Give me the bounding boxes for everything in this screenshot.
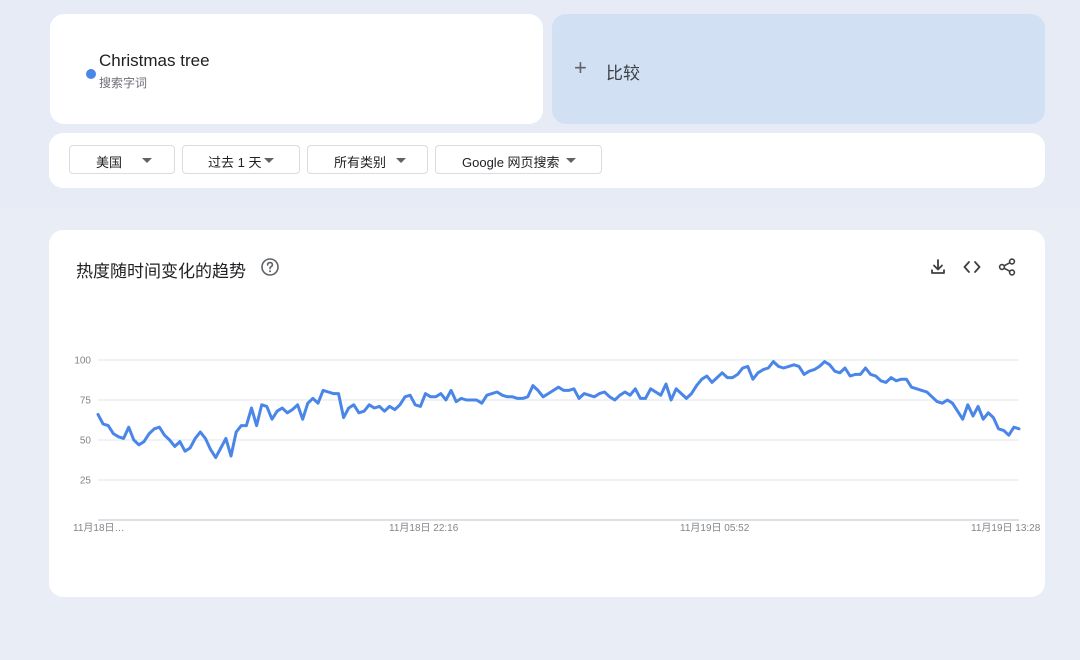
chevron-down-icon: [566, 158, 576, 163]
x-tick-label: 11月18日…: [73, 522, 125, 534]
category-filter-dropdown[interactable]: 所有类别: [307, 145, 428, 174]
trend-line-chart: 25 50 75 100 11月18日… 11月18日 22:16 11月19日 05:52…: [73, 356, 1041, 535]
compare-label: 比较: [606, 64, 640, 83]
category-filter-label: 所有类别: [334, 155, 387, 170]
y-tick-label: 100: [74, 356, 91, 367]
trend-series-line[interactable]: [96, 360, 1021, 460]
compare-button[interactable]: + 比较: [552, 14, 1045, 124]
x-tick-label: 11月19日 05:52: [680, 522, 750, 534]
y-tick-label: 75: [80, 396, 92, 407]
plus-icon: +: [574, 55, 587, 80]
chevron-down-icon: [264, 158, 274, 163]
y-tick-label: 25: [80, 476, 92, 487]
x-tick-label: 11月19日 13:28: [971, 522, 1041, 534]
chart-title: 热度随时间变化的趋势: [76, 262, 246, 281]
search-term-label[interactable]: Christmas tree: [99, 51, 210, 71]
embed-code-icon[interactable]: [962, 257, 982, 277]
time-range-filter-dropdown[interactable]: 过去 1 天: [182, 145, 300, 174]
time-range-filter-label: 过去 1 天: [208, 155, 262, 170]
y-tick-label: 50: [80, 436, 92, 447]
search-type-filter-dropdown[interactable]: Google 网页搜索: [435, 145, 602, 174]
interest-over-time-card: 热度随时间变化的趋势 25 50 75 100 11月18日… 11月18日 22:16 1…: [49, 230, 1045, 597]
series-color-dot: [86, 69, 96, 79]
search-term-type-label: 搜索字词: [99, 76, 148, 90]
chevron-down-icon: [396, 158, 406, 163]
download-icon[interactable]: [928, 257, 948, 277]
chevron-down-icon: [142, 158, 152, 163]
share-icon[interactable]: [997, 257, 1017, 277]
x-tick-label: 11月18日 22:16: [389, 522, 459, 534]
search-type-filter-label: Google 网页搜索: [462, 155, 560, 170]
region-filter-label: 美国: [96, 155, 123, 170]
filter-bar: 美国 过去 1 天 所有类别 Google 网页搜索: [49, 133, 1045, 188]
region-filter-dropdown[interactable]: 美国: [69, 145, 175, 174]
help-icon[interactable]: [260, 257, 280, 277]
search-term-card[interactable]: Christmas tree 搜索字词: [50, 14, 543, 124]
